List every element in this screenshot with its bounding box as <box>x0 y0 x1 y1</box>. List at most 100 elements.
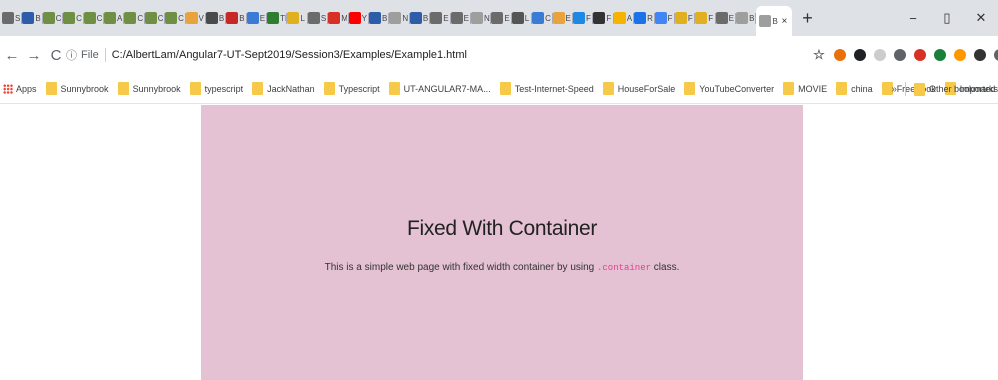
bookmark-item[interactable]: Sunnybrook <box>117 82 181 95</box>
tab-item[interactable]: B <box>205 4 227 32</box>
tab-item[interactable]: C <box>532 4 553 32</box>
extensions-area: ☆A⋮ <box>812 36 998 74</box>
tab-item[interactable]: F <box>654 4 676 32</box>
tab-item[interactable]: C <box>63 4 84 32</box>
bookmark-other[interactable]: Other bookmarks <box>913 82 998 96</box>
tab-favicon-icon <box>532 12 545 24</box>
tab-favicon-icon <box>83 12 96 24</box>
extension-icon[interactable] <box>914 49 926 61</box>
extension-icon[interactable] <box>934 49 946 61</box>
maximize-button[interactable]: ▯ <box>930 10 964 26</box>
extension-icon[interactable] <box>894 49 906 61</box>
tab-item[interactable]: TD <box>267 4 288 32</box>
bookmarks-overflow-area: » Other bookmarks <box>891 74 998 103</box>
bookmark-item[interactable]: Test-Internet-Speed <box>499 82 594 95</box>
bookmark-item[interactable]: Sunnybrook <box>45 82 109 95</box>
window-controls: − ▯ ✕ <box>896 0 998 36</box>
tab-item[interactable]: E <box>552 4 574 32</box>
new-tab-button[interactable]: + <box>798 8 816 29</box>
address-bar[interactable]: ⓘ File C:/AlbertLam/Angular7-UT-Sept2019… <box>66 41 801 69</box>
tab-item[interactable]: S <box>2 4 23 32</box>
tab-favicon-icon <box>63 12 76 24</box>
tab-item[interactable]: E <box>715 4 737 32</box>
tab-title: E <box>504 13 510 23</box>
bookmark-item[interactable]: Typescript <box>323 82 380 95</box>
tab-item[interactable]: C <box>124 4 146 32</box>
tab-favicon-icon <box>409 12 422 24</box>
close-tab-icon[interactable]: × <box>781 16 787 27</box>
tab-item[interactable]: F <box>674 4 696 32</box>
bookmark-label: Typescript <box>338 83 380 94</box>
tab-item[interactable]: C <box>42 4 64 32</box>
tab-title: B <box>382 13 388 23</box>
tab-favicon-icon <box>103 12 116 24</box>
tab-item[interactable]: A <box>613 4 635 32</box>
bookmark-item[interactable]: YouTubeConverter <box>684 82 774 95</box>
bookmark-item[interactable]: typescript <box>189 82 243 95</box>
tab-item[interactable]: C <box>165 4 186 32</box>
tab-item[interactable]: C <box>83 4 105 32</box>
tab-item[interactable]: E <box>430 4 451 32</box>
url-text[interactable]: C:/AlbertLam/Angular7-UT-Sept2019/Sessio… <box>112 49 467 61</box>
forward-button[interactable]: → <box>24 47 44 64</box>
close-window-button[interactable]: ✕ <box>964 10 998 26</box>
bookmark-star-icon[interactable]: ☆ <box>812 48 826 61</box>
tab-item[interactable]: S <box>307 4 329 32</box>
folder-icon <box>388 82 400 95</box>
folder-icon <box>499 82 511 95</box>
tab-item[interactable]: B <box>226 4 248 32</box>
tab-item[interactable]: Y <box>348 4 370 32</box>
tab-item[interactable]: B <box>409 4 431 32</box>
tab-item[interactable]: B <box>22 4 44 32</box>
tab-item[interactable]: F <box>572 4 594 32</box>
tab-item[interactable]: F <box>593 4 615 32</box>
tab-title: B <box>749 13 755 23</box>
bookmark-item[interactable]: MOVIE <box>783 82 827 95</box>
tab-item[interactable]: C <box>144 4 166 32</box>
description-text-end: class. <box>651 262 680 273</box>
tab-item[interactable]: M <box>328 4 350 32</box>
extension-icon[interactable] <box>974 49 986 61</box>
extension-icon[interactable] <box>854 49 866 61</box>
tab-item[interactable]: B <box>736 4 757 32</box>
tab-favicon-icon <box>613 12 626 24</box>
bookmarks-overflow-button[interactable]: » <box>891 84 897 95</box>
tab-item[interactable]: E <box>246 4 268 32</box>
bookmark-item[interactable]: HouseForSale <box>602 82 675 95</box>
bookmark-label: Sunnybrook <box>132 83 181 94</box>
bookmark-item[interactable]: UT-ANGULAR7-MA... <box>388 82 491 95</box>
tab-favicon-icon <box>511 12 524 24</box>
tab-item[interactable]: A <box>103 4 125 32</box>
site-info-icon[interactable]: ⓘ <box>66 47 77 63</box>
browser-toolbar: ← → C ⓘ File C:/AlbertLam/Angular7-UT-Se… <box>0 36 998 74</box>
folder-icon <box>252 82 264 95</box>
tab-title: C <box>55 13 62 23</box>
bookmark-item[interactable]: JackNathan <box>252 82 315 95</box>
bookmark-list: Sunnybrook Sunnybrook typescript JackNathan… <box>45 82 998 95</box>
tab-item[interactable]: F <box>695 4 717 32</box>
tab-item[interactable]: V <box>185 4 207 32</box>
tab-title: F <box>585 13 591 23</box>
tab-item[interactable]: New <box>470 4 492 32</box>
bookmark-item[interactable]: china <box>836 82 873 95</box>
tab-title: C <box>157 13 164 23</box>
tab-item[interactable]: R <box>634 4 655 32</box>
extension-icon[interactable] <box>994 49 998 61</box>
back-button[interactable]: ← <box>2 47 22 64</box>
extension-icon[interactable] <box>874 49 886 61</box>
tab-active[interactable]: B × <box>756 6 793 36</box>
extension-icon[interactable] <box>954 49 966 61</box>
extension-icon[interactable] <box>834 49 846 61</box>
tab-item[interactable]: E <box>491 4 513 32</box>
divider <box>104 48 106 62</box>
tab-title: M <box>341 13 348 23</box>
minimize-button[interactable]: − <box>896 11 930 26</box>
reload-button[interactable]: C <box>46 47 66 64</box>
tab-favicon-icon <box>287 12 300 24</box>
bookmark-apps[interactable]: Apps <box>3 83 37 94</box>
tab-item[interactable]: L <box>511 4 533 32</box>
tab-item[interactable]: E <box>450 4 472 32</box>
tab-item[interactable]: New <box>389 4 411 32</box>
tab-item[interactable]: B <box>369 4 390 32</box>
tab-item[interactable]: L <box>287 4 309 32</box>
